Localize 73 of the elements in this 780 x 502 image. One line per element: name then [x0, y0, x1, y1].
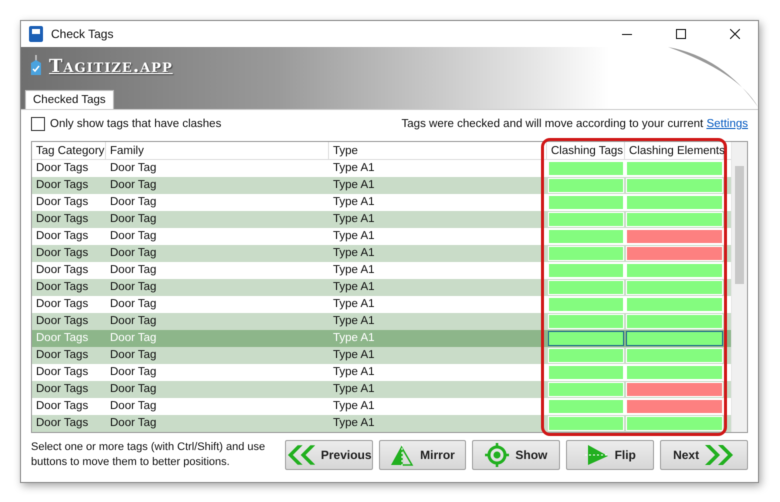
- table-cell-text: Type A1: [332, 348, 376, 363]
- table-cell-text: Type A1: [332, 229, 376, 244]
- table-cell-text: Door Tag: [109, 297, 158, 312]
- table-cell-text: Door Tags: [35, 382, 90, 397]
- table-cell-text: Door Tag: [109, 263, 158, 278]
- table-cell-text: Type A1: [332, 416, 376, 431]
- table-cell-text: Door Tags: [35, 161, 90, 176]
- table-cell-text: Door Tags: [35, 331, 90, 346]
- table-cell-text: Door Tags: [35, 280, 90, 295]
- table-cell-text: Door Tag: [109, 212, 158, 227]
- table-row[interactable]: Door Tags Door Tag Type A1: [32, 381, 731, 398]
- window-title: Check Tags: [51, 27, 114, 41]
- table-cell-text: Door Tags: [35, 195, 90, 210]
- table-cell-text: Door Tag: [109, 399, 158, 414]
- table-row[interactable]: Door Tags Door Tag Type A1: [32, 245, 731, 262]
- table-row[interactable]: Door Tags Door Tag Type A1: [32, 177, 731, 194]
- table-cell-text: Door Tags: [35, 416, 90, 431]
- previous-button[interactable]: Previous: [284, 440, 373, 470]
- flip-button[interactable]: Flip: [566, 440, 654, 470]
- table-cell-text: Door Tag: [109, 246, 158, 261]
- show-button[interactable]: Show: [472, 440, 560, 470]
- table-cell-text: Door Tags: [35, 178, 90, 193]
- table-row[interactable]: Door Tags Door Tag Type A1: [32, 347, 731, 364]
- mirror-button[interactable]: Mirror: [378, 440, 466, 470]
- table-cell-text: Type A1: [332, 382, 376, 397]
- hint-text: Select one or more tags (with Ctrl/Shift) and use buttons to move them to better positions.: [31, 440, 266, 470]
- table-cell-text: Door Tag: [109, 331, 158, 346]
- table-cell-text: Door Tag: [109, 178, 158, 193]
- logo-text: Tagitize.app: [49, 56, 173, 76]
- column-header[interactable]: Type: [329, 142, 547, 159]
- table-cell-text: Door Tags: [35, 348, 90, 363]
- table-cell-text: Door Tag: [109, 161, 158, 176]
- table-cell-text: Type A1: [332, 297, 376, 312]
- table-cell-text: Type A1: [332, 212, 376, 227]
- table-cell-text: Type A1: [332, 280, 376, 295]
- table-cell-text: Type A1: [332, 195, 376, 210]
- table-cell-text: Type A1: [332, 178, 376, 193]
- table-row[interactable]: Door Tags Door Tag Type A1: [32, 211, 731, 228]
- table-cell-text: Door Tags: [35, 246, 90, 261]
- table-cell-text: Door Tags: [35, 365, 90, 380]
- table-row[interactable]: Door Tags Door Tag Type A1: [32, 415, 731, 432]
- table-cell-text: Door Tags: [35, 229, 90, 244]
- table-cell-text: Door Tags: [35, 399, 90, 414]
- checkbox-label: Only show tags that have clashes: [50, 118, 222, 130]
- table-cell-text: Door Tags: [35, 212, 90, 227]
- notice-text: Tags were checked and will move according to your current: [402, 118, 704, 130]
- column-header[interactable]: Clashing Elements: [625, 142, 724, 159]
- table-cell-text: Type A1: [332, 365, 376, 380]
- next-button[interactable]: Next: [660, 440, 748, 470]
- table-cell-text: Type A1: [332, 399, 376, 414]
- settings-link[interactable]: Settings: [706, 118, 748, 130]
- table-cell-text: Door Tag: [109, 348, 158, 363]
- table-cell-text: Type A1: [332, 161, 376, 176]
- tab[interactable]: Checked Tags: [25, 90, 114, 109]
- table-cell-text: Door Tags: [35, 297, 90, 312]
- table-cell-text: Type A1: [332, 263, 376, 278]
- table-cell-text: Type A1: [332, 246, 376, 261]
- table-cell-text: Door Tag: [109, 314, 158, 329]
- table-cell-text: Door Tag: [109, 195, 158, 210]
- table-cell-text: Door Tag: [109, 280, 158, 295]
- table-cell-text: Type A1: [332, 331, 376, 346]
- table-cell-text: Door Tag: [109, 229, 158, 244]
- column-header[interactable]: Tag Category: [32, 142, 106, 159]
- table-cell-text: Door Tag: [109, 416, 158, 431]
- table-cell-text: Door Tags: [35, 263, 90, 278]
- column-header[interactable]: Family: [106, 142, 329, 159]
- table-cell-text: Door Tag: [109, 365, 158, 380]
- table-cell-text: Type A1: [332, 314, 376, 329]
- table-cell-text: Door Tag: [109, 382, 158, 397]
- table-row[interactable]: Door Tags Door Tag Type A1: [32, 313, 731, 330]
- table-row[interactable]: Door Tags Door Tag Type A1: [32, 279, 731, 296]
- column-header[interactable]: Clashing Tags: [547, 142, 625, 159]
- table-cell-text: Door Tags: [35, 314, 90, 329]
